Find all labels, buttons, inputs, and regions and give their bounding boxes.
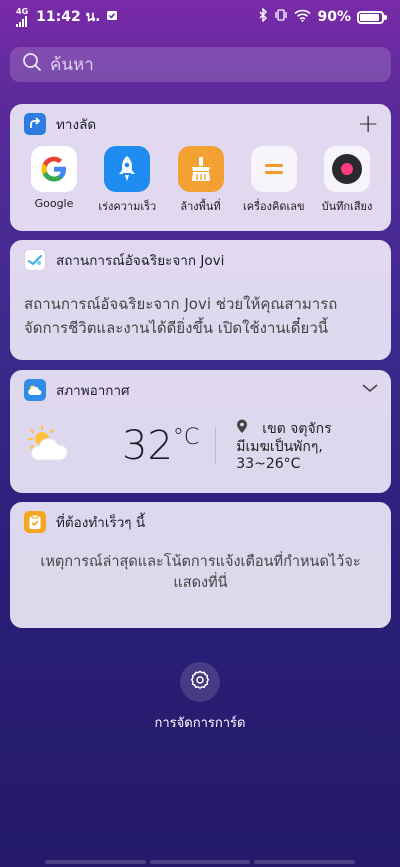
app-voice-recorder[interactable]: บันทึกเสียง <box>317 146 377 215</box>
weather-card[interactable]: สภาพอากาศ 32 °C เขต จตุจักร มีเมฆเป็นพัก… <box>10 370 391 493</box>
settings-button[interactable] <box>180 662 220 702</box>
clock: 11:42 น. <box>36 9 101 25</box>
search-bar[interactable]: ค้นหา <box>10 47 391 82</box>
vibrate-icon <box>274 8 288 26</box>
jovi-icon <box>24 249 46 271</box>
google-icon <box>31 146 77 192</box>
search-icon <box>22 52 42 77</box>
manage-cards[interactable]: การจัดการการ์ด <box>0 662 400 733</box>
clipboard-icon <box>24 511 46 533</box>
chevron-down-icon[interactable] <box>361 382 379 398</box>
app-label: Google <box>34 197 74 210</box>
status-bar: 4G 11:42 น. 90% <box>0 0 400 34</box>
app-speed-up[interactable]: เร่งความเร็ว <box>97 146 157 215</box>
temperature-range: 33~26°C <box>236 456 301 472</box>
card-title: สถานการณ์อัจฉริยะจาก Jovi <box>56 253 225 269</box>
weather-condition: มีเมฆเป็นพักๆ, <box>236 439 323 455</box>
notification-icon <box>106 9 118 25</box>
battery-percent: 90% <box>317 9 351 25</box>
jovi-description: สถานการณ์อัจฉริยะจาก Jovi ช่วยให้คุณสามา… <box>24 295 338 337</box>
card-title: ที่ต้องทำเร็วๆ นี้ <box>56 515 146 531</box>
weather-app-icon <box>24 379 46 401</box>
temperature-value: 32 <box>122 423 173 469</box>
temperature-readout: 32 °C <box>122 423 199 469</box>
battery-icon <box>357 10 387 24</box>
app-label: เร่งความเร็ว <box>98 200 157 213</box>
wifi-icon <box>294 9 312 26</box>
signal-indicator: 4G <box>16 6 29 27</box>
recorder-icon <box>324 146 370 192</box>
app-calculator[interactable]: เครื่องคิดเลข <box>242 146 305 215</box>
broom-icon <box>177 146 224 192</box>
app-label: เครื่องคิดเลข <box>242 200 305 213</box>
search-placeholder: ค้นหา <box>50 55 94 75</box>
app-label: บันทึกเสียง <box>321 200 373 213</box>
app-label: ล้างพื้นที่ <box>180 200 221 213</box>
partly-cloudy-icon <box>24 424 74 468</box>
location-pin-icon <box>236 419 248 439</box>
app-google[interactable]: Google <box>24 146 84 215</box>
home-indicator <box>45 860 356 864</box>
divider <box>215 427 217 465</box>
add-shortcut-button[interactable]: + <box>357 111 379 137</box>
upcoming-todo-card[interactable]: ที่ต้องทำเร็วๆ นี้ เหตุการณ์ล่าสุดและโน้… <box>10 502 391 628</box>
network-type: 4G <box>16 6 29 16</box>
shortcuts-card: ทางลัด + Google เร่งความเร็ว ล้างพื้นที่… <box>10 104 391 231</box>
card-title: ทางลัด <box>56 117 97 133</box>
rocket-icon <box>104 146 151 192</box>
bluetooth-icon <box>258 7 268 26</box>
manage-cards-label: การจัดการการ์ด <box>154 716 246 731</box>
shortcut-arrow-icon <box>24 113 46 135</box>
card-title: สภาพอากาศ <box>56 383 130 399</box>
gear-icon <box>189 669 211 695</box>
todo-empty-message: เหตุการณ์ล่าสุดและโน้ตการแจ้งเตือนที่กำห… <box>40 554 361 591</box>
temperature-unit: °C <box>172 425 200 450</box>
location-name: เขต จตุจักร <box>262 420 332 437</box>
calculator-icon <box>250 146 297 192</box>
jovi-card[interactable]: สถานการณ์อัจฉริยะจาก Jovi สถานการณ์อัจฉร… <box>10 240 391 360</box>
app-clean-up[interactable]: ล้างพื้นที่ <box>171 146 231 215</box>
